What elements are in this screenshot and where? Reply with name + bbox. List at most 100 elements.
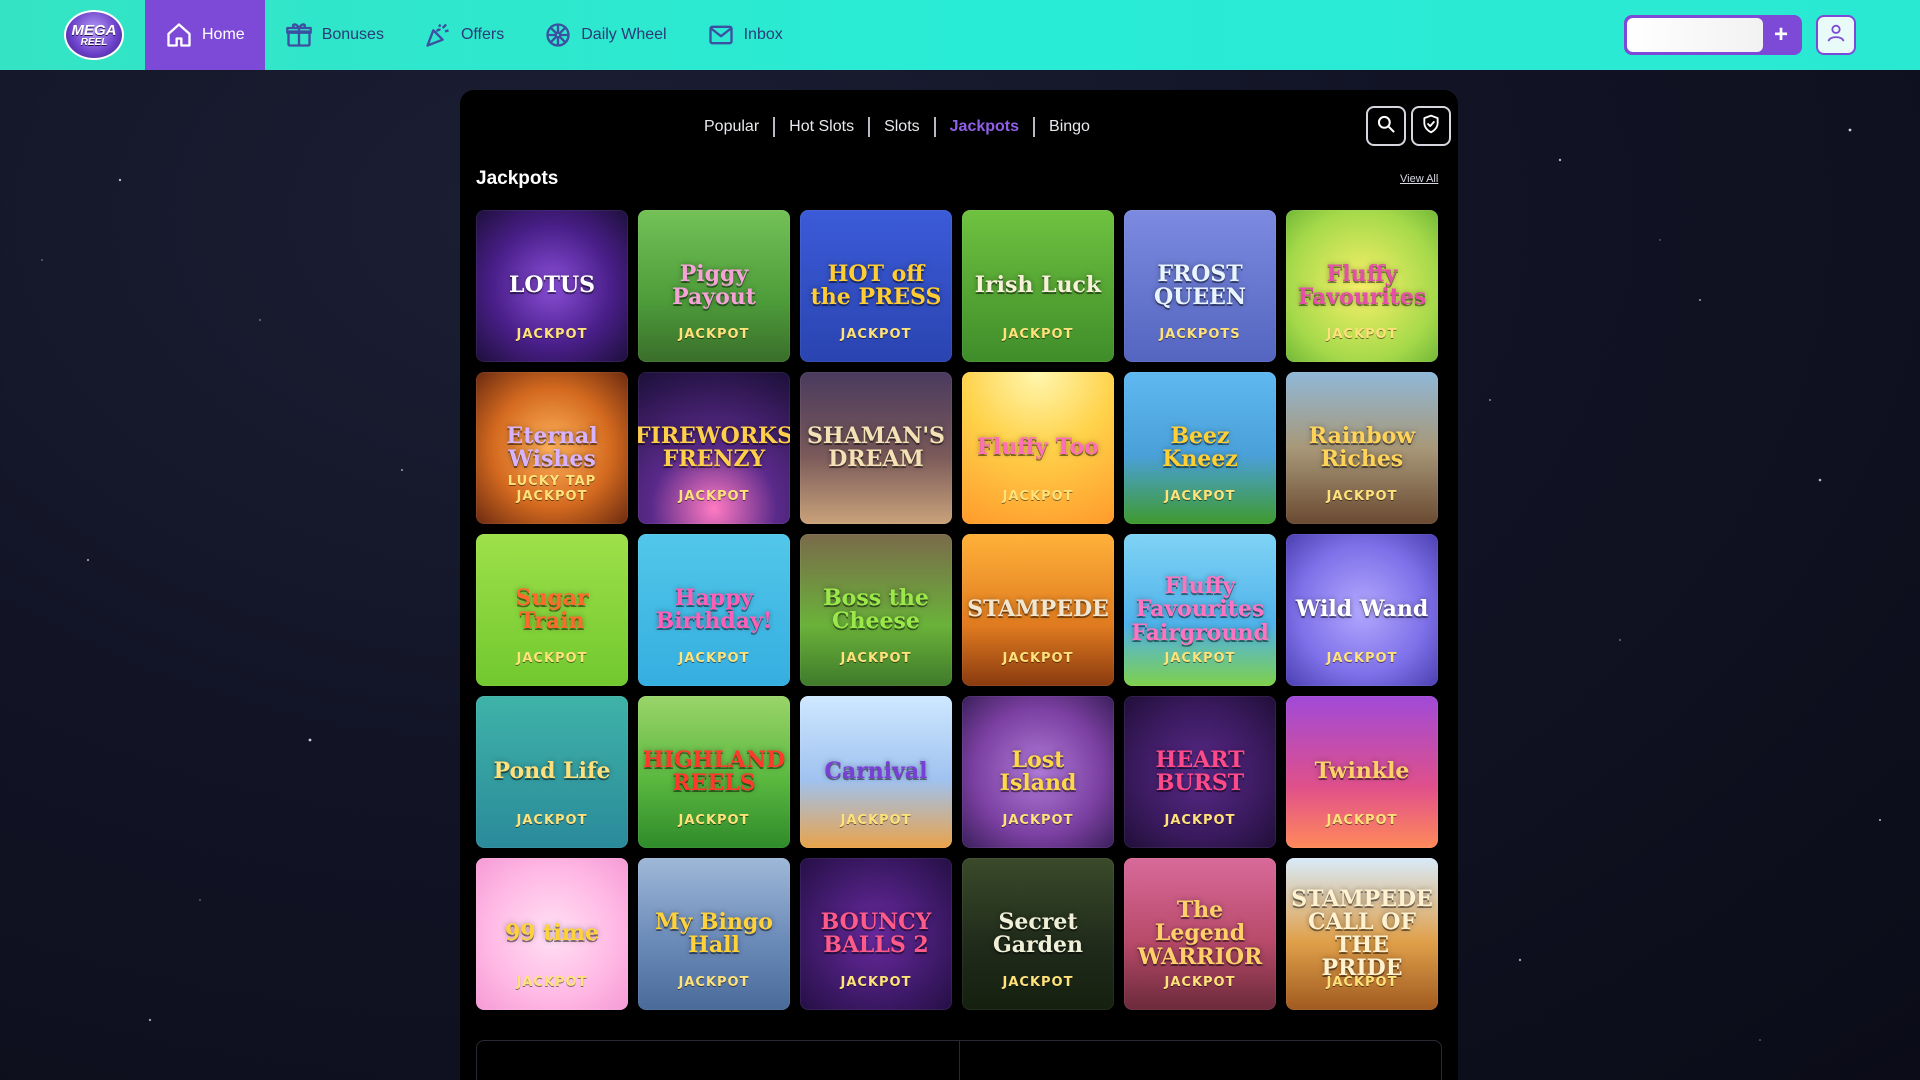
game-subtitle: JACKPOT <box>678 651 750 666</box>
game-title: Carnival <box>824 758 928 785</box>
game-tile[interactable]: Fluffy Favourites JACKPOT <box>1286 210 1438 362</box>
game-subtitle: JACKPOT <box>1326 489 1398 504</box>
responsible-gaming-button[interactable] <box>1411 106 1451 146</box>
game-subtitle: JACKPOT <box>1164 651 1236 666</box>
game-subtitle: JACKPOT <box>1002 651 1074 666</box>
nav-item-label: Home <box>202 26 245 43</box>
game-title: Pond Life <box>493 758 611 785</box>
game-tile[interactable]: Beez Kneez JACKPOT <box>1124 372 1276 524</box>
game-tile[interactable]: The Legend WARRIOR JACKPOT <box>1124 858 1276 1010</box>
game-subtitle: JACKPOT <box>678 975 750 990</box>
game-tile[interactable]: Eternal Wishes LUCKY TAP JACKPOT <box>476 372 628 524</box>
game-title: HIGHLAND REELS <box>642 746 786 796</box>
search-button[interactable] <box>1366 106 1406 146</box>
game-tile[interactable]: My Bingo Hall JACKPOT <box>638 858 790 1010</box>
game-grid: LOTUS JACKPOT Piggy Payout JACKPOT HOT off t… <box>476 210 1438 1010</box>
game-subtitle: JACKPOT <box>1002 489 1074 504</box>
game-tile[interactable]: STAMPEDE CALL OF THE PRIDE JACKPOT <box>1286 858 1438 1010</box>
user-icon <box>1825 22 1847 49</box>
view-all-link[interactable]: View All <box>1400 173 1438 185</box>
mail-icon <box>707 21 735 49</box>
game-title: Sugar Train <box>515 584 589 634</box>
search-icon <box>1376 114 1396 139</box>
game-subtitle: JACKPOT <box>1326 651 1398 666</box>
back-to-top-button[interactable]: Back to the top <box>958 1041 1442 1080</box>
tab-jackpots[interactable]: Jackpots <box>936 118 1033 136</box>
nav-item-label: Daily Wheel <box>581 26 667 43</box>
game-title: STAMPEDE CALL OF THE PRIDE <box>1291 885 1433 982</box>
main-nav: Home Bonuses Offers Daily Wheel Inbox <box>145 0 803 70</box>
game-subtitle: JACKPOT <box>1164 489 1236 504</box>
game-subtitle: JACKPOT <box>1002 813 1074 828</box>
tab-popular[interactable]: Popular <box>690 118 773 136</box>
game-subtitle: JACKPOT <box>840 327 912 342</box>
game-tile[interactable]: HIGHLAND REELS JACKPOT <box>638 696 790 848</box>
nav-item-label: Bonuses <box>321 26 384 43</box>
game-subtitle: JACKPOT <box>1326 813 1398 828</box>
game-tile[interactable]: BOUNCY BALLS 2 JACKPOT <box>800 858 952 1010</box>
game-tile[interactable]: Fluffy Too JACKPOT <box>962 372 1114 524</box>
game-tile[interactable]: SHAMAN'S DREAM <box>800 372 952 524</box>
game-title: Secret Garden <box>992 908 1083 958</box>
profile-button[interactable] <box>1816 15 1856 55</box>
game-title: HEART BURST <box>1155 746 1245 796</box>
game-tile[interactable]: HOT off the PRESS JACKPOT <box>800 210 952 362</box>
game-title: My Bingo Hall <box>655 908 773 958</box>
game-title: Beez Kneez <box>1162 422 1238 472</box>
nav-item-inbox[interactable]: Inbox <box>687 0 803 70</box>
logo-line-1: MEGA <box>71 21 117 39</box>
game-title: Wild Wand <box>1295 596 1429 623</box>
balance-widget: + <box>1624 15 1802 55</box>
game-tile[interactable]: Sugar Train JACKPOT <box>476 534 628 686</box>
nav-item-bonuses[interactable]: Bonuses <box>265 0 404 70</box>
game-tile[interactable]: STAMPEDE JACKPOT <box>962 534 1114 686</box>
game-tile[interactable]: Secret Garden JACKPOT <box>962 858 1114 1010</box>
game-tile[interactable]: Rainbow Riches JACKPOT <box>1286 372 1438 524</box>
tab-bingo[interactable]: Bingo <box>1035 118 1104 136</box>
nav-item-offers[interactable]: Offers <box>404 0 524 70</box>
game-subtitle: JACKPOT <box>516 651 588 666</box>
game-tile[interactable]: Twinkle JACKPOT <box>1286 696 1438 848</box>
nav-item-home[interactable]: Home <box>145 0 265 70</box>
nav-item-daily-wheel[interactable]: Daily Wheel <box>524 0 686 70</box>
game-tile[interactable]: Pond Life JACKPOT <box>476 696 628 848</box>
home-icon <box>165 21 193 49</box>
game-title: Fluffy Too <box>977 434 1099 461</box>
tab-hot-slots[interactable]: Hot Slots <box>775 118 868 136</box>
game-tile[interactable]: HEART BURST JACKPOT <box>1124 696 1276 848</box>
game-title: STAMPEDE <box>967 596 1109 623</box>
game-subtitle: JACKPOT <box>516 813 588 828</box>
game-subtitle: JACKPOT <box>1164 975 1236 990</box>
game-tile[interactable]: Lost Island JACKPOT <box>962 696 1114 848</box>
site-logo[interactable]: MEGA REEL <box>62 8 126 62</box>
game-title: 99 time <box>504 920 600 947</box>
game-tile[interactable]: Fluffy Favourites Fairground JACKPOT <box>1124 534 1276 686</box>
category-tabs: Popular Hot Slots Slots Jackpots Bingo <box>690 112 1104 142</box>
games-panel: Popular Hot Slots Slots Jackpots Bingo J… <box>460 90 1458 1080</box>
tab-slots[interactable]: Slots <box>870 118 934 136</box>
game-tile[interactable]: Boss the Cheese JACKPOT <box>800 534 952 686</box>
game-subtitle: JACKPOT <box>678 489 750 504</box>
game-subtitle: JACKPOT <box>516 975 588 990</box>
gift-icon <box>285 21 313 49</box>
game-tile[interactable]: Wild Wand JACKPOT <box>1286 534 1438 686</box>
game-tile[interactable]: FROST QUEEN JACKPOTS <box>1124 210 1276 362</box>
add-funds-button[interactable]: + <box>1763 18 1799 52</box>
game-tile[interactable]: Piggy Payout JACKPOT <box>638 210 790 362</box>
game-tile[interactable]: 99 time JACKPOT <box>476 858 628 1010</box>
game-subtitle: JACKPOT <box>678 327 750 342</box>
game-tile[interactable]: Irish Luck JACKPOT <box>962 210 1114 362</box>
view-our-slots-button[interactable]: View Our Slots <box>477 1041 959 1080</box>
game-tile[interactable]: Happy Birthday! JACKPOT <box>638 534 790 686</box>
game-subtitle: JACKPOT <box>840 813 912 828</box>
top-navigation-bar: MEGA REEL Home Bonuses Offers Daily Whee… <box>0 0 1920 70</box>
game-title: HOT off the PRESS <box>810 260 942 310</box>
game-tile[interactable]: LOTUS JACKPOT <box>476 210 628 362</box>
game-tile[interactable]: Carnival JACKPOT <box>800 696 952 848</box>
game-title: Piggy Payout <box>672 260 756 310</box>
game-subtitle: JACKPOT <box>1002 327 1074 342</box>
game-tile[interactable]: FIREWORKS FRENZY JACKPOT <box>638 372 790 524</box>
wheel-icon <box>544 21 572 49</box>
logo-badge: MEGA REEL <box>64 10 124 60</box>
game-title: FROST QUEEN <box>1154 260 1246 310</box>
